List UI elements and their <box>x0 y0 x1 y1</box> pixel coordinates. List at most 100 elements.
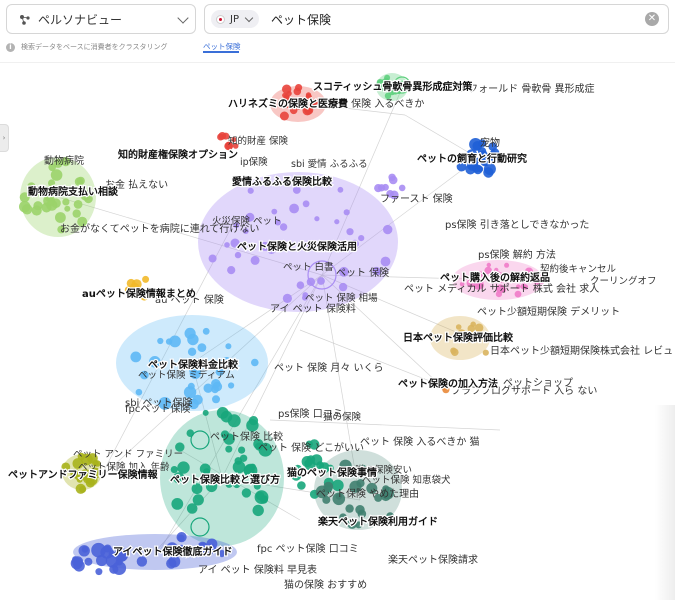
keyword-label[interactable]: fpc ペット保険 口コミ <box>257 542 359 555</box>
keyword-node[interactable] <box>296 281 305 289</box>
clear-icon[interactable]: ✕ <box>645 12 659 26</box>
keyword-node[interactable] <box>76 176 85 186</box>
keyword-node[interactable] <box>135 388 143 396</box>
keyword-node[interactable] <box>302 200 310 208</box>
keyword-node[interactable] <box>157 337 164 345</box>
keyword-label[interactable]: ファースト 保険 <box>380 192 453 205</box>
keyword-node[interactable] <box>388 175 398 185</box>
keyword-node[interactable] <box>225 343 232 350</box>
keyword-node[interactable] <box>166 558 177 569</box>
keyword-node[interactable] <box>41 202 52 213</box>
keyword-label[interactable]: ペット アンド ファミリー <box>73 449 183 460</box>
keyword-label[interactable]: ペット 保険 どこがいい <box>258 441 364 454</box>
keyword-label[interactable]: 火災保険 ペット <box>212 215 282 227</box>
keyword-label[interactable]: ps保険 引き落としできなかった <box>445 218 589 231</box>
keyword-label[interactable]: ペット 保険 相場 <box>305 292 378 304</box>
keyword-node[interactable] <box>130 351 142 363</box>
keyword-label[interactable]: ペット少額短期保険 デメリット <box>477 305 620 318</box>
keyword-node[interactable] <box>228 382 235 389</box>
keyword-label[interactable]: 動物病院 <box>44 154 84 167</box>
keyword-node[interactable] <box>142 275 150 283</box>
keyword-node[interactable] <box>338 282 348 292</box>
keyword-label[interactable]: アイ ペット 保険料 早見表 <box>198 563 317 576</box>
keyword-node[interactable] <box>247 187 254 194</box>
cluster-label[interactable]: ペットアンドファミリー保険情報 <box>7 467 160 482</box>
cluster-label[interactable]: アイペット保険徹底ガイド <box>112 544 234 559</box>
cluster-label[interactable]: ペット購入後の解約返品 <box>439 270 551 285</box>
keyword-node[interactable] <box>62 198 70 206</box>
cluster-label[interactable]: 動物病院支払い相談 <box>27 184 120 199</box>
keyword-node[interactable] <box>208 254 217 263</box>
keyword-node[interactable] <box>380 256 391 267</box>
keyword-node[interactable] <box>504 262 510 268</box>
keyword-node[interactable] <box>259 495 268 504</box>
keyword-node[interactable] <box>31 205 42 216</box>
keyword-node[interactable] <box>78 545 90 557</box>
keyword-node[interactable] <box>238 446 246 454</box>
keyword-label[interactable]: アイ ペット 保険料 <box>270 302 356 315</box>
keyword-node[interactable] <box>282 84 292 94</box>
cluster-label[interactable]: 日本ペット保険評価比較 <box>402 330 515 345</box>
keyword-label[interactable]: sbi 愛情 ふるふる <box>291 158 368 170</box>
keyword-node[interactable] <box>192 494 204 506</box>
keyword-label[interactable]: ip保険 <box>240 156 268 168</box>
keyword-label[interactable]: 楽天ペット保険請求 <box>388 553 478 566</box>
cluster-label[interactable]: auペット保険情報まとめ <box>81 286 197 301</box>
keyword-label[interactable]: ペット保険 比較 <box>210 430 283 443</box>
keyword-node[interactable] <box>197 343 207 352</box>
keyword-node[interactable] <box>176 532 187 543</box>
cluster-label[interactable]: 猫のペット保険事情 <box>286 465 378 480</box>
keyword-node[interactable] <box>383 224 393 235</box>
keyword-node[interactable] <box>72 209 81 218</box>
keyword-node[interactable] <box>70 557 83 570</box>
keyword-node[interactable] <box>250 255 260 265</box>
keyword-node[interactable] <box>241 488 252 498</box>
keyword-label[interactable]: 猫の保険 おすすめ <box>284 578 367 591</box>
keyword-node[interactable] <box>252 504 264 517</box>
keyword-node[interactable] <box>314 216 320 222</box>
keyword-label[interactable]: ペット 保険 入るべきか 猫 <box>360 435 480 448</box>
cluster-label[interactable]: ハリネズミの保険と医療費 <box>227 96 349 111</box>
keyword-node[interactable] <box>465 164 476 175</box>
search-input[interactable]: ペット保険 <box>271 11 331 28</box>
keyword-node[interactable] <box>455 324 462 330</box>
keyword-label[interactable]: ps保険 解約 方法 <box>478 248 556 261</box>
persona-view-select[interactable]: ペルソナビュー <box>6 4 196 34</box>
keyword-node[interactable] <box>84 557 93 566</box>
keyword-label[interactable]: クーリングオフ <box>590 275 657 287</box>
keyword-node[interactable] <box>239 454 248 462</box>
keyword-node[interactable] <box>306 455 316 464</box>
cluster-label[interactable]: 楽天ペット保険利用ガイド <box>316 514 439 529</box>
keyword-node[interactable] <box>187 382 195 390</box>
keyword-node[interactable] <box>486 262 491 268</box>
keyword-node[interactable] <box>398 184 406 192</box>
keyword-node[interactable] <box>282 293 292 303</box>
keyword-node[interactable] <box>48 179 56 187</box>
search-bar[interactable]: JP ペット保険 ✕ <box>204 4 669 34</box>
keyword-node[interactable] <box>55 212 66 223</box>
keyword-node[interactable] <box>73 200 83 209</box>
keyword-node[interactable] <box>96 554 108 567</box>
cluster-graph[interactable]: ユ フォールド 骨軟骨 異形成症 ペット 保険 入るべきか 宠物 知的財産 保険 ip保… <box>0 62 675 600</box>
keyword-node[interactable] <box>334 219 340 225</box>
cluster-label[interactable]: ペット保険の加入方法 <box>397 376 499 391</box>
cluster-label[interactable]: ペット保険と火災保険活用 <box>236 239 358 254</box>
keyword-node[interactable] <box>251 358 259 367</box>
keyword-node[interactable] <box>202 409 209 416</box>
keyword-label[interactable]: 宠物 <box>480 136 500 149</box>
country-select[interactable]: JP <box>211 10 259 28</box>
keyword-label[interactable]: 知的財産 保険 <box>228 135 289 147</box>
keyword-node[interactable] <box>358 235 365 242</box>
keyword-label[interactable]: 日本ペット少額短期保険株式会社 レビュ <box>490 344 673 357</box>
keyword-node[interactable] <box>451 348 459 357</box>
keyword-node[interactable] <box>384 74 391 81</box>
keyword-node[interactable] <box>246 419 259 432</box>
keyword-node[interactable] <box>467 324 476 333</box>
cluster-label[interactable]: ペット保険料金比較 <box>147 357 240 372</box>
keyword-node[interactable] <box>355 505 365 515</box>
keyword-node[interactable] <box>227 266 236 275</box>
keyword-node[interactable] <box>232 460 246 474</box>
cluster-label[interactable]: ペット保険比較と選び方 <box>169 472 281 487</box>
keyword-label[interactable]: ユ フォールド 骨軟骨 異形成症 <box>455 82 595 95</box>
keyword-label[interactable]: 猫の保険 <box>323 411 362 423</box>
